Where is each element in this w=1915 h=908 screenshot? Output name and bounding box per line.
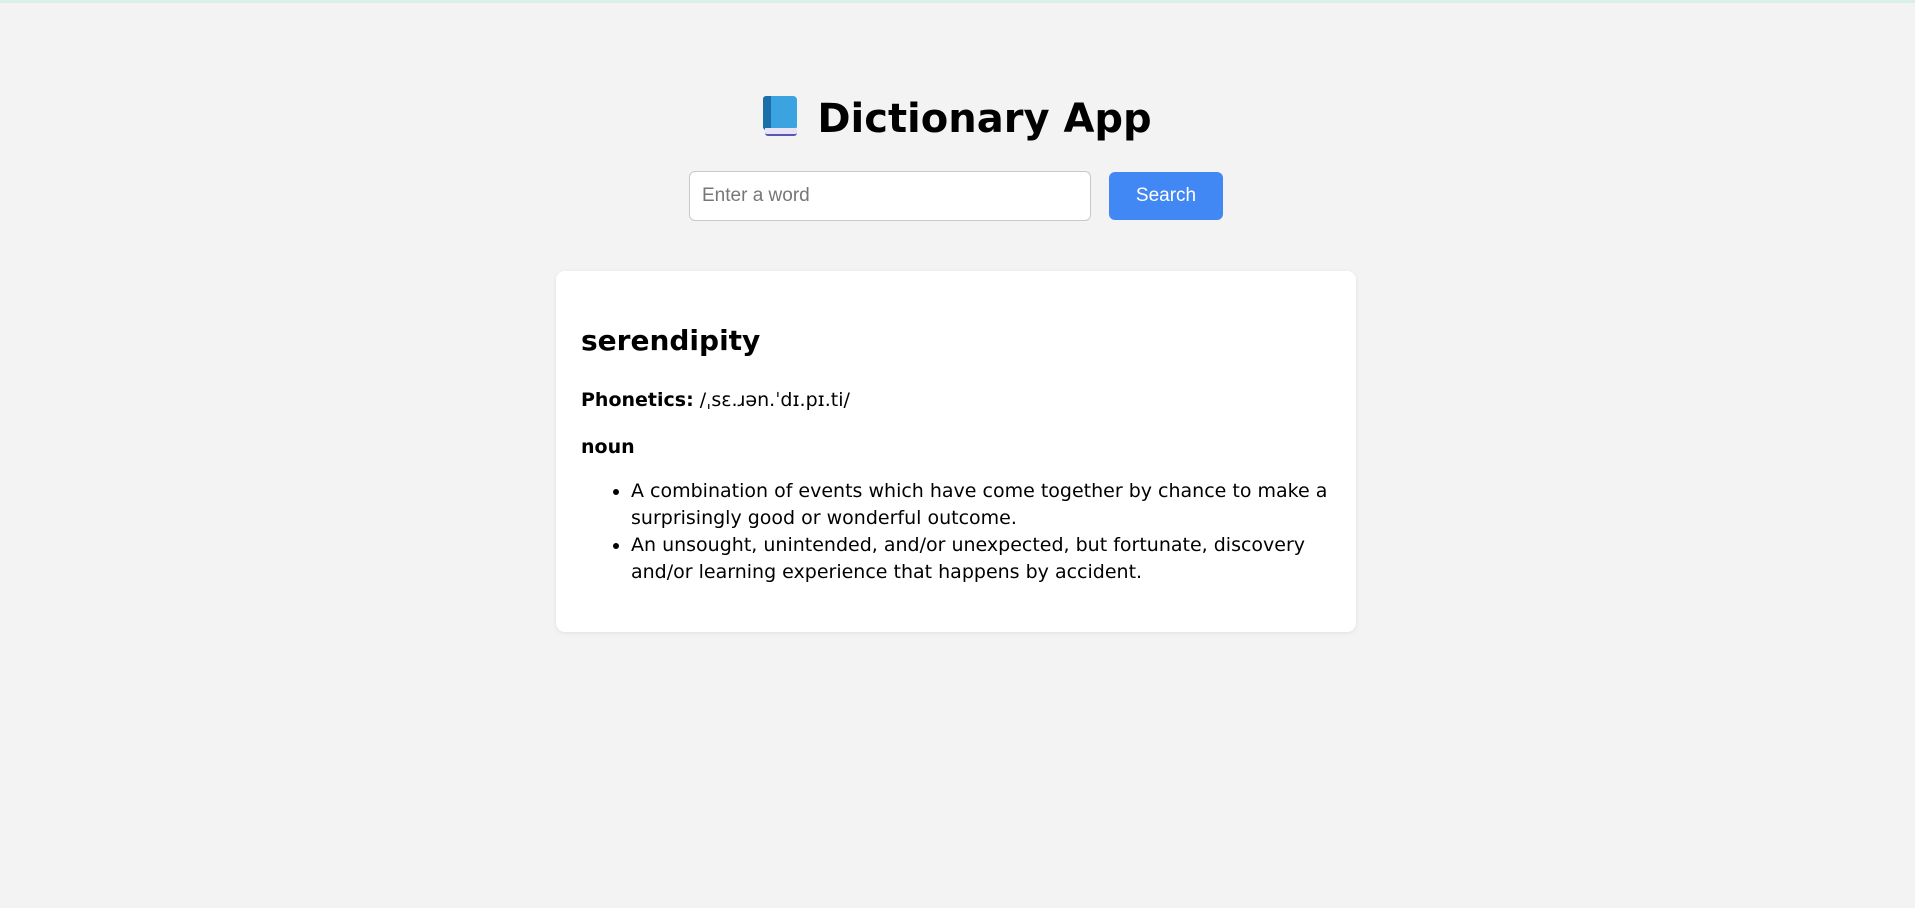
search-bar: Search [689, 171, 1223, 221]
phonetics-value: /ˌsɛ.ɹən.ˈdɪ.pɪ.ti/ [699, 389, 850, 411]
book-icon [763, 96, 798, 136]
result-word: serendipity [581, 324, 761, 357]
phonetics: Phonetics: /ˌsɛ.ɹən.ˈdɪ.pɪ.ti/ [581, 387, 850, 413]
definition-item: An unsought, unintended, and/or unexpect… [631, 532, 1371, 586]
result-card: serendipity Phonetics: /ˌsɛ.ɹən.ˈdɪ.pɪ.t… [556, 271, 1356, 632]
definition-item: A combination of events which have come … [631, 478, 1371, 532]
part-of-speech: noun [581, 436, 635, 458]
search-input[interactable] [689, 171, 1091, 221]
definitions-list: A combination of events which have come … [581, 478, 1371, 586]
top-border [0, 0, 1915, 3]
page: Dictionary App Search serendipity Phonet… [0, 0, 1915, 908]
search-button[interactable]: Search [1109, 172, 1223, 220]
phonetics-label: Phonetics: [581, 389, 694, 411]
app-title-text: Dictionary App [817, 96, 1152, 142]
page-title: Dictionary App [0, 92, 1915, 146]
